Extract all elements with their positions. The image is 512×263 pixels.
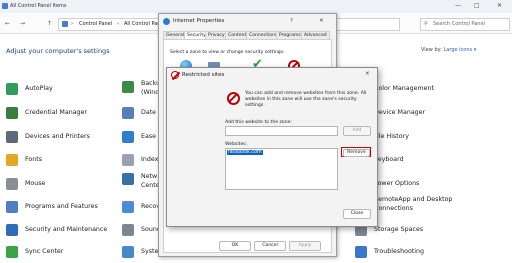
mouse-icon [6, 178, 18, 190]
fonts-icon [6, 154, 18, 166]
control-panel-icon [62, 21, 68, 27]
address-separator: › [71, 21, 73, 27]
title-bar: All Control Panel Items — □ ✕ [0, 0, 512, 13]
add-button[interactable]: Add [343, 126, 371, 136]
programs-features-icon [6, 201, 18, 213]
view-by: View by: Large icons ▾ [421, 47, 476, 53]
back-button[interactable]: ← [5, 20, 10, 27]
info-text: You can add and remove websites from thi… [245, 91, 367, 108]
close-button[interactable]: Close [343, 209, 371, 219]
up-button[interactable]: ↑ [47, 20, 52, 27]
troubleshooting-icon [355, 246, 367, 258]
restricted-title-icon [171, 71, 179, 79]
search-placeholder: Search Control Panel [433, 21, 485, 27]
sound-icon [122, 224, 134, 236]
backup-icon [122, 81, 134, 93]
websites-list[interactable]: facebook.com [225, 148, 338, 190]
add-website-input[interactable] [225, 126, 338, 136]
close-button[interactable]: ✕ [497, 2, 502, 9]
clock-icon [122, 107, 134, 119]
system-icon [122, 246, 134, 258]
indexing-icon [122, 154, 134, 166]
search-icon: ⚲ [424, 21, 428, 27]
autoplay-icon [6, 83, 18, 95]
search-input[interactable]: ⚲ Search Control Panel [420, 18, 510, 31]
zone-prompt: Select a zone to view or change security… [170, 50, 285, 55]
page-title: Adjust your computer's settings [6, 47, 110, 55]
apply-button[interactable]: Apply [289, 241, 321, 251]
dialog-title: Restricted sites [182, 72, 225, 78]
close-button[interactable]: ✕ [319, 18, 324, 24]
restricted-sites-dialog: Restricted sites ✕ You can add and remov… [166, 67, 378, 227]
credential-manager-icon [6, 107, 18, 119]
ease-of-access-icon [122, 131, 134, 143]
ok-button[interactable]: OK [219, 241, 251, 251]
maximize-button[interactable]: □ [474, 2, 480, 9]
list-item-website[interactable]: facebook.com [227, 150, 263, 155]
websites-label: Websites: [225, 142, 248, 147]
view-by-label: View by: [421, 47, 442, 53]
forward-button[interactable]: → [20, 20, 25, 27]
restricted-info-icon [227, 92, 240, 105]
control-panel-icon [2, 3, 8, 9]
sync-center-icon [6, 246, 18, 258]
add-website-label: Add this website to the zone: [225, 120, 293, 125]
address-separator: › [117, 21, 119, 27]
globe-icon [163, 18, 170, 25]
minimize-button[interactable]: — [455, 2, 461, 9]
devices-printers-icon [6, 131, 18, 143]
remove-button[interactable]: Remove [343, 149, 370, 157]
security-maintenance-icon [6, 224, 18, 236]
network-icon [122, 173, 134, 185]
cancel-button[interactable]: Cancel [254, 241, 286, 251]
window-title: All Control Panel Items [10, 3, 67, 9]
breadcrumb-control-panel[interactable]: Control Panel [79, 21, 112, 27]
recovery-icon [122, 201, 134, 213]
view-by-dropdown[interactable]: Large icons ▾ [444, 47, 477, 53]
dialog-title: Internet Properties [173, 18, 225, 24]
close-icon[interactable]: ✕ [365, 71, 370, 77]
help-button[interactable]: ? [290, 18, 293, 24]
